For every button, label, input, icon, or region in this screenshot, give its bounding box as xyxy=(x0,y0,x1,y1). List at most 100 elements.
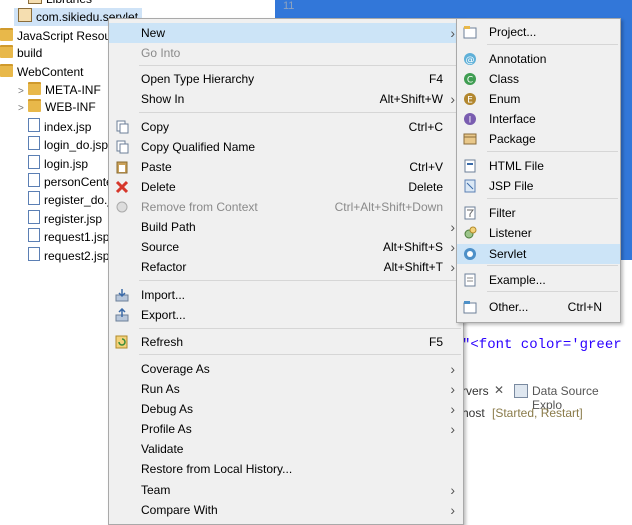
jsp-file-icon xyxy=(28,191,40,205)
new-menu-item-filter[interactable]: Filter xyxy=(457,203,620,223)
menu-item-label: Annotation xyxy=(489,52,547,66)
menu-item-import[interactable]: Import... xyxy=(109,285,463,305)
menu-item-copy-qualified-name[interactable]: Copy Qualified Name xyxy=(109,137,463,157)
tree-item[interactable]: build xyxy=(0,44,42,62)
tree-item[interactable]: register_do.jsp xyxy=(18,191,123,209)
menu-item-label: Class xyxy=(489,72,520,86)
new-menu-item-html-file[interactable]: HTML File xyxy=(457,156,620,176)
html-file-icon xyxy=(464,159,476,173)
copy-qualified-icon xyxy=(116,140,129,154)
menu-item-label: Listener xyxy=(489,226,532,240)
tree-item-label: META-INF xyxy=(45,83,101,97)
new-menu-item-interface[interactable]: I Interface xyxy=(457,109,620,129)
menu-item-shortcut: Alt+Shift+T xyxy=(383,260,443,274)
menu-item-team[interactable]: Team › xyxy=(109,480,463,500)
menu-item-run-as[interactable]: Run As › xyxy=(109,379,463,399)
menu-item-refactor[interactable]: Refactor Alt+Shift+T › xyxy=(109,257,463,277)
tree-item[interactable]: > META-INF xyxy=(18,81,101,99)
jsp-file-icon xyxy=(28,118,40,132)
menu-item-label: Refactor xyxy=(141,260,187,274)
menu-item-shortcut: Ctrl+Alt+Shift+Down xyxy=(334,200,443,214)
jsp-file-icon xyxy=(28,136,40,150)
new-menu-item-package[interactable]: Package xyxy=(457,129,620,149)
tree-item[interactable]: JavaScript Resou xyxy=(0,27,111,45)
menu-item-source[interactable]: Source Alt+Shift+S › xyxy=(109,237,463,257)
delete-icon xyxy=(115,180,129,194)
server-status: [Started, Restart] xyxy=(492,406,583,420)
tree-item-label: WebContent xyxy=(17,65,84,79)
tree-item[interactable]: login_do.jsp xyxy=(18,136,108,154)
svg-text:C: C xyxy=(467,76,473,86)
package-icon xyxy=(18,8,32,22)
menu-item-validate[interactable]: Validate xyxy=(109,439,463,459)
filter-icon xyxy=(464,206,476,220)
jsp-file-icon xyxy=(28,155,40,169)
menu-item-shortcut: Ctrl+C xyxy=(408,120,443,134)
menu-item-label: Package xyxy=(489,132,536,146)
submenu-arrow-icon: › xyxy=(450,482,455,498)
other-icon xyxy=(463,301,477,314)
menu-item-label: Delete xyxy=(141,180,176,194)
menu-item-label: Show In xyxy=(141,92,185,106)
new-menu-item-project[interactable]: Project... xyxy=(457,22,620,42)
new-menu-item-other[interactable]: Other... Ctrl+N xyxy=(457,297,620,317)
submenu-arrow-icon: › xyxy=(450,91,455,107)
remove-context-icon xyxy=(116,201,128,213)
menu-item-delete[interactable]: Delete Delete xyxy=(109,177,463,197)
new-menu-item-listener[interactable]: Listener xyxy=(457,223,620,243)
new-menu-item-example[interactable]: Example... xyxy=(457,270,620,290)
menu-item-compare-with[interactable]: Compare With › xyxy=(109,500,463,520)
menu-item-label: Go Into xyxy=(141,46,181,60)
tree-item-label: register.jsp xyxy=(44,212,103,226)
menu-separator xyxy=(139,65,461,66)
menu-item-open-type-hierarchy[interactable]: Open Type Hierarchy F4 xyxy=(109,69,463,89)
menu-item-copy[interactable]: Copy Ctrl+C xyxy=(109,117,463,137)
menu-item-label: New xyxy=(141,26,166,40)
expand-arrow-icon[interactable]: > xyxy=(18,100,28,118)
menu-separator xyxy=(487,265,618,266)
menu-separator xyxy=(487,44,618,45)
menu-item-coverage-as[interactable]: Coverage As › xyxy=(109,359,463,379)
tree-item[interactable]: request2.jsp xyxy=(18,247,109,265)
submenu-arrow-icon: › xyxy=(450,259,455,275)
menu-item-label: Import... xyxy=(141,288,186,302)
server-host-label: host xyxy=(462,406,485,420)
menu-item-restore-from-local-history[interactable]: Restore from Local History... xyxy=(109,459,463,479)
menu-item-debug-as[interactable]: Debug As › xyxy=(109,399,463,419)
menu-item-profile-as[interactable]: Profile As › xyxy=(109,419,463,439)
tree-item[interactable]: WebContent xyxy=(0,63,84,81)
new-menu-item-servlet[interactable]: Servlet xyxy=(457,244,620,264)
tree-item[interactable]: index.jsp xyxy=(18,118,91,136)
menu-item-paste[interactable]: Paste Ctrl+V xyxy=(109,157,463,177)
menu-item-refresh[interactable]: Refresh F5 xyxy=(109,332,463,352)
jsp-file-icon xyxy=(28,228,40,242)
new-menu-item-annotation[interactable]: @ Annotation xyxy=(457,49,620,69)
tree-item[interactable]: login.jsp xyxy=(18,155,88,173)
menu-item-label: Profile As xyxy=(141,422,192,436)
menu-item-shortcut: Ctrl+N xyxy=(567,300,602,314)
menu-item-new[interactable]: New › xyxy=(109,23,463,43)
new-menu-item-jsp-file[interactable]: JSP File xyxy=(457,176,620,196)
menu-separator xyxy=(139,280,461,281)
class-icon: C xyxy=(464,73,476,86)
new-menu-item-enum[interactable]: E Enum xyxy=(457,89,620,109)
annotation-icon: @ xyxy=(464,53,476,66)
menu-item-build-path[interactable]: Build Path › xyxy=(109,217,463,237)
interface-icon: I xyxy=(464,113,476,126)
tree-item[interactable]: > WEB-INF xyxy=(18,98,96,116)
tree-item[interactable]: personCenter xyxy=(18,173,117,191)
menu-item-show-in[interactable]: Show In Alt+Shift+W › xyxy=(109,89,463,109)
line-number: 11 xyxy=(283,0,295,12)
tree-item[interactable]: Libraries xyxy=(18,0,92,8)
submenu-arrow-icon: › xyxy=(450,219,455,235)
menu-item-label: Restore from Local History... xyxy=(141,462,293,476)
tree-item[interactable]: register.jsp xyxy=(18,210,102,228)
tree-item[interactable]: request1.jsp xyxy=(18,228,109,246)
menu-item-label: Export... xyxy=(141,308,186,322)
new-menu-item-class[interactable]: C Class xyxy=(457,69,620,89)
submenu-arrow-icon: › xyxy=(450,502,455,518)
menu-item-export[interactable]: Export... xyxy=(109,305,463,325)
servers-tab-label[interactable]: rvers xyxy=(462,384,489,398)
servlet-icon xyxy=(464,248,476,260)
close-icon[interactable]: ✕ xyxy=(494,383,504,397)
